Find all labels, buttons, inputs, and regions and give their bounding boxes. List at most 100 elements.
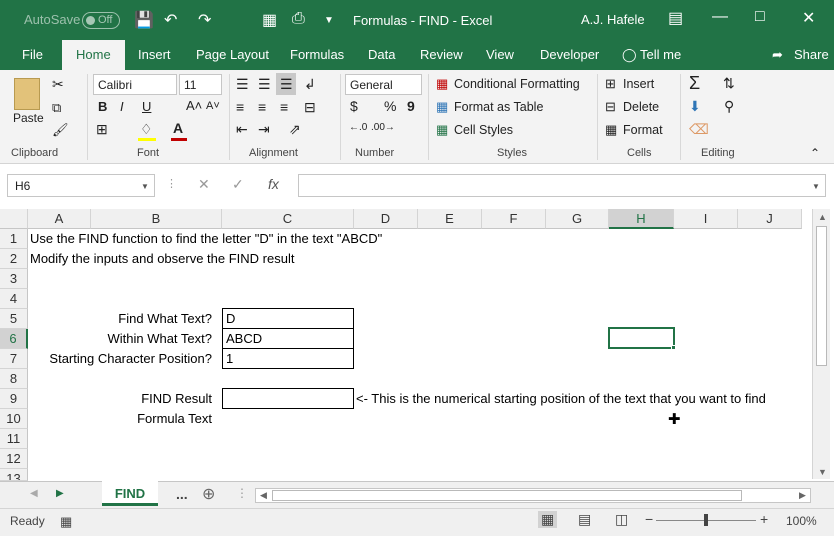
copy-icon[interactable]: ⧉ xyxy=(52,100,61,116)
tab-data[interactable]: Data xyxy=(368,47,395,62)
align-left-icon[interactable]: ≡ xyxy=(236,99,244,115)
add-sheet-icon[interactable]: ⊕ xyxy=(202,484,215,504)
insert-function-icon[interactable]: fx xyxy=(268,176,279,192)
decrease-indent-icon[interactable]: ⇤ xyxy=(236,121,248,138)
paste-button[interactable]: Paste xyxy=(13,111,44,125)
comma-button[interactable]: 9 xyxy=(407,98,415,114)
scroll-up-icon[interactable]: ▲ xyxy=(818,212,827,222)
cut-icon[interactable]: ✂ xyxy=(52,76,64,93)
tab-splitter-icon[interactable]: ⋮ xyxy=(236,486,248,500)
scroll-down-icon[interactable]: ▼ xyxy=(818,467,827,477)
decrease-decimal-icon[interactable]: .00→ xyxy=(371,122,395,133)
borders-icon[interactable]: ⊞ xyxy=(96,121,108,138)
share-icon[interactable]: ➦ xyxy=(772,47,783,63)
bold-button[interactable]: B xyxy=(98,99,107,114)
font-size-select[interactable]: 11 xyxy=(179,74,222,95)
font-color-icon[interactable]: A xyxy=(173,120,183,136)
name-box-dropdown-icon[interactable]: ▼ xyxy=(141,182,149,191)
row-header-7[interactable]: 7 xyxy=(0,349,28,369)
page-layout-view-icon[interactable]: ▤ xyxy=(578,511,591,528)
tab-developer[interactable]: Developer xyxy=(540,47,599,62)
user-name[interactable]: A.J. Hafele xyxy=(581,12,645,27)
selected-cell-h6[interactable] xyxy=(608,327,675,349)
underline-button[interactable]: U xyxy=(142,99,151,114)
maximize-icon[interactable]: □ xyxy=(755,8,765,26)
expand-formula-bar-icon[interactable]: ▼ xyxy=(812,182,820,191)
redo-icon[interactable]: ↷ xyxy=(198,10,211,30)
fill-handle[interactable] xyxy=(671,345,676,350)
paste-icon[interactable] xyxy=(14,78,40,110)
fill-icon[interactable]: ⬇ xyxy=(689,98,701,115)
conditional-formatting-button[interactable]: Conditional Formatting xyxy=(454,77,580,91)
cell-b7[interactable]: Starting Character Position? xyxy=(30,351,212,366)
clear-icon[interactable]: ⌫ xyxy=(689,121,709,138)
row-header-2[interactable]: 2 xyxy=(0,249,28,269)
cell-c7[interactable]: 1 xyxy=(222,348,354,369)
autosum-icon[interactable]: Σ xyxy=(689,73,700,94)
tab-view[interactable]: View xyxy=(486,47,514,62)
customize-qat-icon[interactable]: ▼ xyxy=(324,15,334,26)
tab-review[interactable]: Review xyxy=(420,47,463,62)
font-name-select[interactable]: Calibri xyxy=(93,74,177,95)
formula-input[interactable] xyxy=(298,174,826,197)
fill-color-icon[interactable]: ♢ xyxy=(140,121,153,138)
col-header-i[interactable]: I xyxy=(674,209,738,229)
name-box[interactable]: H6 xyxy=(7,174,155,197)
merge-center-icon[interactable]: ⊟ xyxy=(304,99,316,116)
cell-c5[interactable]: D xyxy=(222,308,354,329)
tell-me[interactable]: Tell me xyxy=(640,47,681,62)
save-icon[interactable]: 💾 xyxy=(134,10,154,30)
decrease-font-icon[interactable]: A˅ xyxy=(206,100,220,112)
sheet-tab-find[interactable]: FIND xyxy=(102,481,158,506)
col-header-e[interactable]: E xyxy=(418,209,482,229)
tab-formulas[interactable]: Formulas xyxy=(290,47,344,62)
col-header-j[interactable]: J xyxy=(738,209,802,229)
cell-b10[interactable]: Formula Text xyxy=(30,411,212,426)
collapse-ribbon-icon[interactable]: ⌃ xyxy=(810,146,820,160)
cell-a2[interactable]: Modify the inputs and observe the FIND r… xyxy=(30,251,294,266)
format-cells-button[interactable]: Format xyxy=(623,123,663,137)
row-header-6[interactable]: 6 xyxy=(0,329,28,349)
minimize-icon[interactable]: — xyxy=(712,8,728,26)
select-all[interactable] xyxy=(0,209,28,229)
share-button[interactable]: Share xyxy=(794,47,829,62)
cell-d9[interactable]: <- This is the numerical starting positi… xyxy=(356,391,766,406)
print-preview-icon[interactable]: ⎙ xyxy=(292,10,305,28)
percent-button[interactable]: % xyxy=(384,98,396,114)
align-top-icon[interactable]: ☰ xyxy=(236,76,249,93)
vertical-scroll-thumb[interactable] xyxy=(816,226,827,366)
col-header-d[interactable]: D xyxy=(354,209,418,229)
align-middle-icon[interactable]: ☰ xyxy=(258,76,271,93)
zoom-slider-thumb[interactable] xyxy=(704,514,708,526)
sort-filter-icon[interactable]: ⇅ xyxy=(723,75,735,92)
ribbon-display-icon[interactable]: ▤ xyxy=(668,8,683,28)
close-icon[interactable]: ✕ xyxy=(802,8,815,28)
cell-styles-button[interactable]: Cell Styles xyxy=(454,123,513,137)
prev-sheet-icon[interactable]: ◀ xyxy=(30,488,38,499)
insert-cells-button[interactable]: Insert xyxy=(623,77,654,91)
col-header-b[interactable]: B xyxy=(91,209,222,229)
align-bottom-icon[interactable]: ☰ xyxy=(280,76,293,93)
cell-c9[interactable] xyxy=(222,388,354,409)
col-header-f[interactable]: F xyxy=(482,209,546,229)
col-header-h[interactable]: H xyxy=(609,209,674,229)
col-header-a[interactable]: A xyxy=(28,209,91,229)
format-as-table-button[interactable]: Format as Table xyxy=(454,100,543,114)
delete-cells-button[interactable]: Delete xyxy=(623,100,659,114)
cell-b5[interactable]: Find What Text? xyxy=(30,311,212,326)
row-header-8[interactable]: 8 xyxy=(0,369,28,389)
increase-decimal-icon[interactable]: ←.0 xyxy=(349,122,367,133)
format-painter-icon[interactable]: 🖌 xyxy=(52,122,69,138)
increase-indent-icon[interactable]: ⇥ xyxy=(258,121,270,138)
zoom-level[interactable]: 100% xyxy=(786,514,817,528)
wrap-text-icon[interactable]: ↲ xyxy=(304,76,316,93)
cell-a1[interactable]: Use the FIND function to find the letter… xyxy=(30,231,382,246)
row-header-10[interactable]: 10 xyxy=(0,409,28,429)
find-select-icon[interactable]: ⚲ xyxy=(724,98,734,115)
tab-insert[interactable]: Insert xyxy=(138,47,171,62)
cell-c6[interactable]: ABCD xyxy=(222,328,354,349)
col-header-g[interactable]: G xyxy=(546,209,609,229)
row-header-12[interactable]: 12 xyxy=(0,449,28,469)
macro-recording-icon[interactable]: ▦ xyxy=(60,514,72,530)
orientation-icon[interactable]: ⇗ xyxy=(289,121,301,138)
